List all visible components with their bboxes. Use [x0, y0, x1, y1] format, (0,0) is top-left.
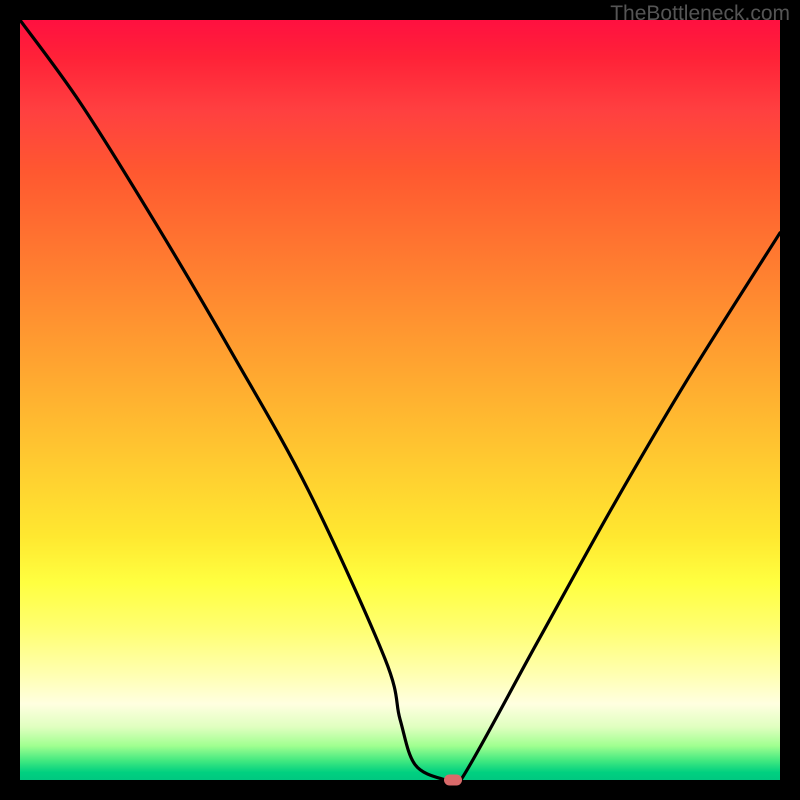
- plot-area: [20, 20, 780, 780]
- watermark-text: TheBottleneck.com: [610, 2, 790, 26]
- chart-container: TheBottleneck.com: [0, 0, 800, 800]
- curve-svg: [20, 20, 780, 780]
- optimum-marker: [444, 775, 462, 786]
- bottleneck-curve-path: [20, 20, 780, 780]
